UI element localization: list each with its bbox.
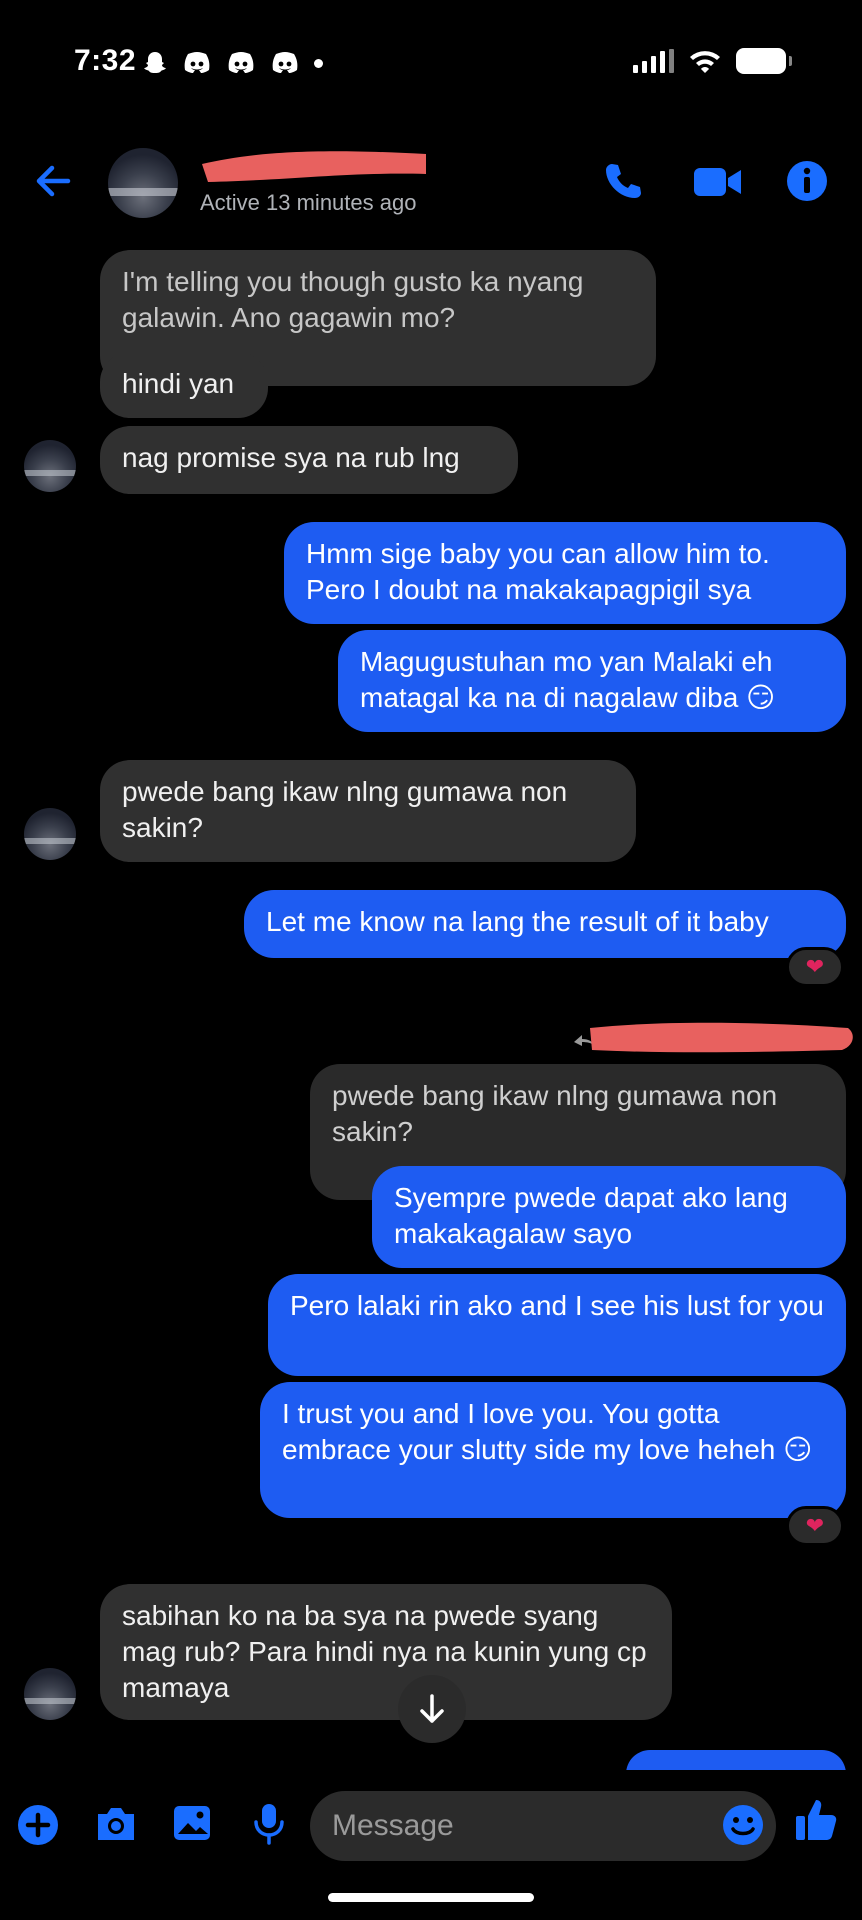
status-bar: 7:32 xyxy=(0,0,862,130)
message-bubble-outgoing[interactable]: Let me know na lang the result of it bab… xyxy=(244,890,846,958)
scroll-to-bottom-button[interactable] xyxy=(398,1675,466,1743)
camera-icon[interactable] xyxy=(94,1804,138,1844)
notification-icons xyxy=(142,50,323,76)
emoji-icon[interactable] xyxy=(722,1804,764,1846)
message-composer xyxy=(0,1770,862,1880)
redacted-reply-header xyxy=(574,1022,853,1053)
wifi-icon xyxy=(690,51,720,73)
heart-reaction[interactable]: ❤ xyxy=(786,1506,844,1546)
message-bubble-outgoing[interactable]: I trust you and I love you. You gotta em… xyxy=(260,1382,846,1518)
clipped-previous-message xyxy=(100,223,580,233)
contact-avatar-small xyxy=(24,808,76,860)
contact-avatar-small xyxy=(24,440,76,492)
arrow-down-icon xyxy=(420,1694,444,1723)
message-bubble-incoming[interactable]: sabihan ko na ba sya na pwede syang mag … xyxy=(100,1584,672,1720)
cellular-signal-icon xyxy=(633,49,674,73)
battery-icon xyxy=(736,48,792,74)
home-indicator[interactable] xyxy=(328,1893,534,1902)
status-time: 7:32 xyxy=(74,44,137,77)
heart-reaction[interactable]: ❤ xyxy=(786,947,844,987)
plus-icon[interactable] xyxy=(17,1804,59,1846)
message-input[interactable] xyxy=(310,1791,776,1861)
phone-icon[interactable] xyxy=(602,160,644,202)
message-bubble-incoming[interactable]: hindi yan xyxy=(100,352,268,418)
active-status: Active 13 minutes ago xyxy=(200,190,417,215)
more-notifications-dot xyxy=(314,58,323,68)
message-bubble-outgoing[interactable]: Syempre pwede dapat ako lang makakagalaw… xyxy=(372,1166,846,1268)
message-bubble-outgoing[interactable]: Hmm sige baby you can allow him to. Pero… xyxy=(284,522,846,624)
snapchat-icon xyxy=(144,52,166,73)
conversation-header: Active 13 minutes ago xyxy=(0,130,862,235)
system-status-icons xyxy=(633,48,792,74)
message-bubble-incoming[interactable]: nag promise sya na rub lng xyxy=(100,426,518,494)
discord-icon xyxy=(272,52,298,73)
message-bubble-outgoing[interactable]: Pero lalaki rin ako and I see his lust f… xyxy=(268,1274,846,1376)
discord-icon xyxy=(228,52,254,73)
gallery-icon[interactable] xyxy=(172,1804,212,1842)
back-arrow-icon[interactable] xyxy=(30,158,76,204)
message-bubble-outgoing[interactable]: Magugustuhan mo yan Malaki eh matagal ka… xyxy=(338,630,846,732)
redacted-contact-name xyxy=(202,151,426,182)
contact-avatar[interactable] xyxy=(108,148,178,218)
contact-avatar-small xyxy=(24,1668,76,1720)
microphone-icon[interactable] xyxy=(252,1802,286,1846)
thumbs-up-icon[interactable] xyxy=(794,1796,838,1844)
info-icon[interactable] xyxy=(786,160,828,202)
message-bubble-incoming[interactable]: pwede bang ikaw nlng gumawa non sakin? xyxy=(100,760,636,862)
discord-icon xyxy=(184,52,210,73)
video-camera-icon[interactable] xyxy=(692,160,744,202)
